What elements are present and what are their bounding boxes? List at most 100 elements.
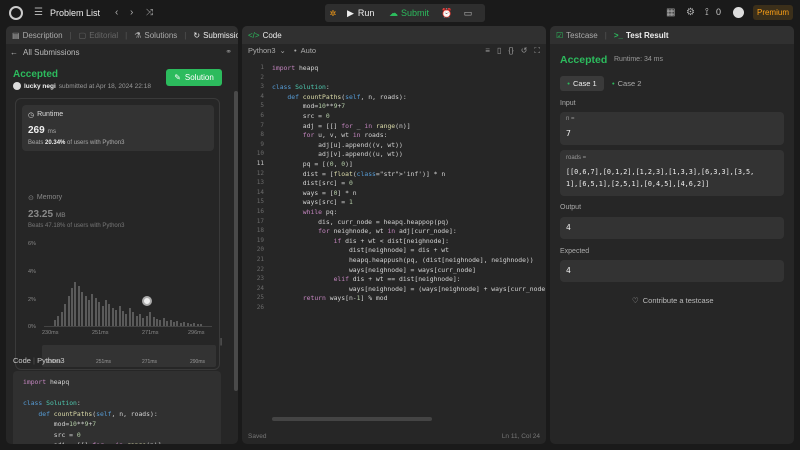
histogram-bar [176, 321, 179, 326]
format-icon[interactable]: ≡ [485, 46, 490, 56]
list-icon[interactable]: ☰ [34, 7, 43, 18]
cloud-icon: ☁ [389, 7, 398, 18]
runtime-value: 269 [28, 125, 45, 136]
tab-testcase[interactable]: ☑ Testcase [556, 31, 598, 40]
histogram-bar [71, 288, 73, 326]
contribute-testcase-link[interactable]: ♡ Contribute a testcase [632, 296, 714, 305]
y-tick: 6% [28, 241, 36, 247]
line-number: 2 [260, 73, 264, 81]
code-line: adj[u].append((v, wt)) [272, 140, 403, 149]
histogram-bar [190, 324, 192, 326]
code-line: pq = [(0, 0)] [272, 160, 353, 168]
note-icon[interactable]: ▭ [460, 4, 476, 22]
tab-submissions[interactable]: ↻Submissions [193, 31, 238, 40]
horizontal-scrollbar[interactable] [272, 417, 432, 421]
editorial-icon: ▢ [78, 30, 87, 40]
language-select[interactable]: Python3 ⌄ [248, 46, 286, 55]
editor-toolbar: ≡ ▯ {} ↺ ⛶ [485, 46, 540, 56]
prev-icon[interactable]: ‹ [115, 7, 118, 18]
memory-section[interactable]: ⊙ Memory [28, 194, 62, 202]
line-number: 20 [256, 246, 264, 254]
case-2-tab[interactable]: • Case 2 [612, 76, 641, 91]
histogram-bar [105, 300, 107, 326]
histogram-bar [81, 292, 84, 326]
line-number: 15 [256, 198, 264, 206]
next-icon[interactable]: › [130, 7, 133, 18]
edit-icon: ✎ [174, 73, 181, 82]
debug-icon[interactable]: ✲ [325, 9, 341, 18]
auto-toggle[interactable]: • Auto [294, 46, 316, 55]
expected-value: 4 [566, 266, 571, 275]
result-panel: ☑ Testcase | >_ Test Result Accepted Runtim… [550, 26, 794, 444]
code-editor[interactable]: 1 import heapq 2 3 class Solution: 4 def coun… [242, 64, 546, 404]
tab-solutions[interactable]: ⚗ Solutions [134, 31, 177, 40]
histogram-bar [142, 318, 145, 326]
settings-icon[interactable]: ⚙ [686, 7, 695, 18]
streak-count: 0 [716, 7, 722, 17]
reset-icon[interactable]: ↺ [521, 46, 528, 56]
n-value: 7 [566, 129, 571, 138]
solutions-icon: ⚗ [134, 30, 142, 40]
username[interactable]: lucky negi [24, 83, 56, 90]
y-tick: 2% [28, 297, 36, 303]
submit-button[interactable]: ☁ Submit [381, 8, 429, 19]
range-selector[interactable]: | 230ms 251ms 271ms 290ms [42, 337, 222, 367]
case-1-tab[interactable]: • Case 1 [560, 76, 604, 91]
bookmark-icon[interactable]: ▯ [497, 46, 501, 56]
histogram-bar [57, 316, 60, 326]
logo-icon[interactable] [9, 6, 23, 20]
histogram-bar [84, 296, 87, 326]
tab-description[interactable]: ▤ Description [12, 31, 63, 40]
runtime-card[interactable]: ◷ Runtime 269 ms Beats 20.34% of users wi… [22, 105, 214, 151]
histogram-bar [159, 320, 162, 326]
histogram-bar [193, 323, 196, 326]
line-number: 13 [256, 179, 264, 187]
range-handle[interactable]: | [220, 337, 222, 346]
submissions-icon: ↻ [193, 30, 201, 40]
y-tick: 4% [28, 269, 36, 275]
histogram-bar [111, 308, 114, 326]
line-number: 22 [256, 265, 264, 273]
tab-test-result[interactable]: >_ Test Result [614, 31, 669, 40]
layout-icon[interactable]: ▦ [666, 7, 675, 18]
user-avatar[interactable] [13, 82, 21, 90]
fire-icon[interactable]: ⟟ [705, 7, 709, 18]
line-number: 9 [260, 140, 264, 148]
scrollbar[interactable] [234, 91, 238, 391]
back-link[interactable]: ← All Submissions [10, 48, 79, 57]
chevron-down-icon: ⌄ [279, 46, 286, 55]
alarm-icon[interactable]: ⏰ [439, 4, 455, 22]
arrow-left-icon: ← [10, 48, 18, 57]
code-line: adj = [[] for _ in range(n)] [272, 121, 411, 130]
histogram-bar [132, 312, 135, 326]
tab-code[interactable]: </> Code [248, 31, 282, 40]
premium-button[interactable]: Premium [753, 5, 793, 20]
line-number: 10 [256, 150, 264, 158]
fullscreen-icon[interactable]: ⛶ [534, 46, 540, 56]
code-line: import heapq [272, 64, 319, 72]
code-line: heapq.heappush(pq, (dist[neighnode], nei… [272, 256, 534, 264]
shuffle-icon[interactable]: ⤨ [146, 7, 153, 18]
link-icon[interactable]: ⚭ [225, 47, 232, 56]
tab-editorial[interactable]: ▢ Editorial [79, 31, 118, 40]
braces-icon[interactable]: {} [508, 46, 513, 56]
run-button[interactable]: ▶ Run [341, 8, 381, 19]
result-runtime: Runtime: 34 ms [614, 56, 664, 63]
code-line: ways[neighnode] = (ways[neighnode] + way… [272, 284, 546, 293]
problem-list-link[interactable]: Problem List [50, 8, 100, 18]
your-result-marker[interactable] [142, 296, 152, 306]
solution-button[interactable]: ✎ Solution [166, 69, 222, 86]
clock-icon: ◷ [28, 112, 35, 119]
code-line: src = 0 [272, 112, 330, 120]
input-label: Input [560, 100, 576, 107]
dot-icon: • [567, 79, 570, 88]
histogram-bar [179, 323, 182, 326]
avatar[interactable] [733, 7, 744, 18]
histogram-bar [169, 320, 172, 326]
editor-panel: </> Code Python3 ⌄ • Auto ≡ ▯ {} ↺ ⛶ 1 import he… [242, 26, 546, 444]
histogram-bar [135, 316, 138, 326]
histogram-bar [108, 304, 111, 326]
cursor-position: Ln 11, Col 24 [501, 433, 540, 440]
histogram-bar [166, 321, 169, 326]
left-panel: ▤ Description | ▢ Editorial | ⚗ Solutions | ↻ S… [6, 26, 238, 444]
